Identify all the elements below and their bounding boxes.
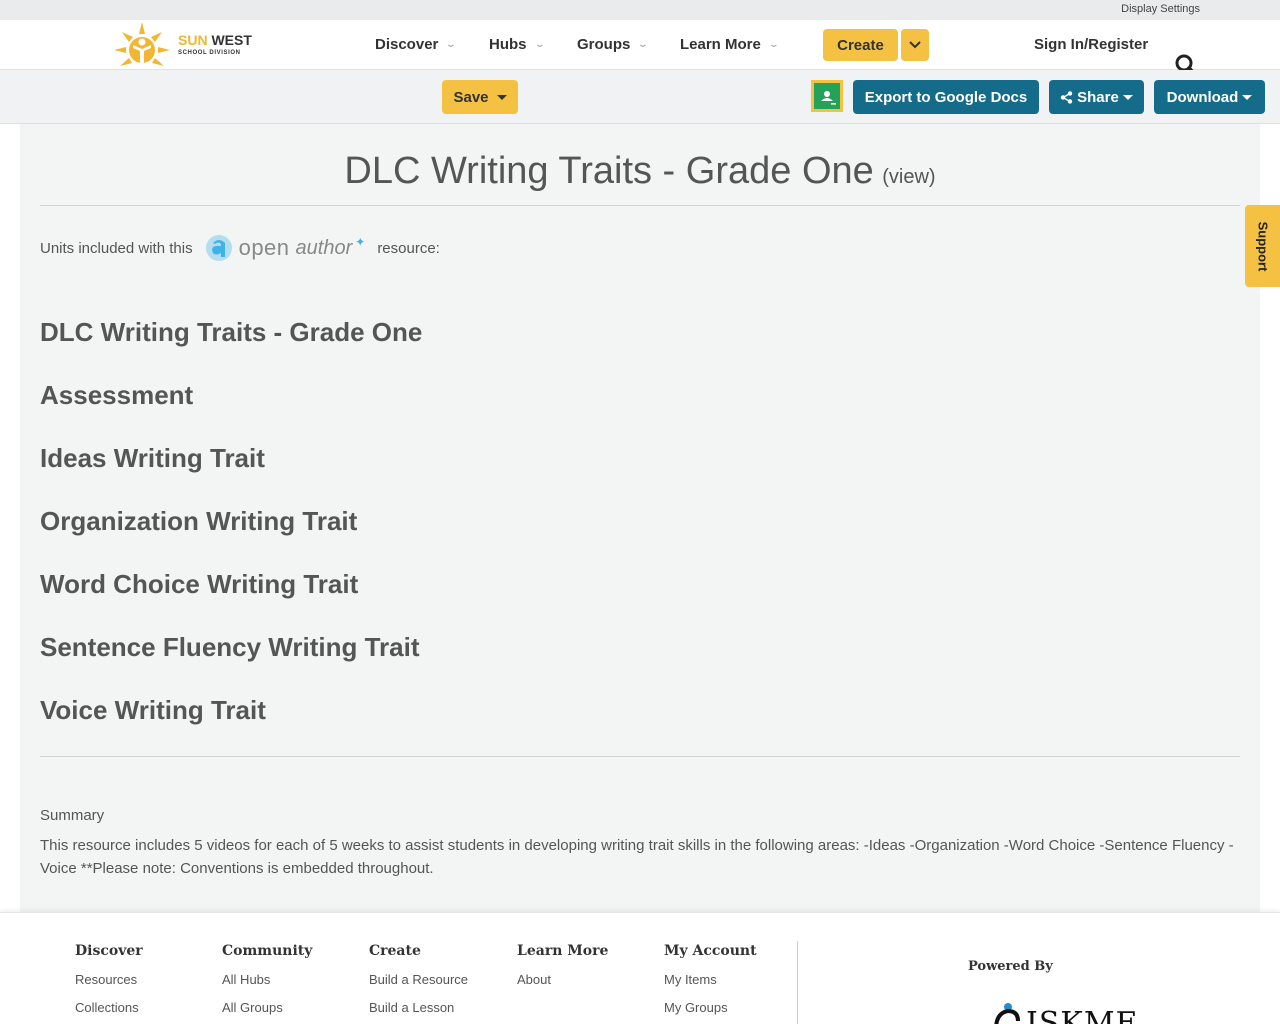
footer-heading: Discover — [75, 943, 143, 959]
chevron-down-icon: ⌄ — [767, 39, 780, 49]
open-author-open-text: open — [238, 235, 290, 260]
download-button-label: Download — [1166, 88, 1239, 106]
unit-link[interactable]: Word Choice Writing Trait — [40, 569, 358, 600]
create-dropdown-button[interactable] — [901, 29, 929, 61]
footer-column-create: Create Build a Resource Build a Lesson — [369, 943, 468, 1024]
resource-main-panel: DLC Writing Traits - Grade One (view) Un… — [20, 124, 1260, 912]
footer-link[interactable]: Build a Lesson — [369, 1000, 468, 1015]
footer-heading: Learn More — [517, 943, 609, 959]
site-footer: Discover Resources Collections Community… — [0, 912, 1280, 1024]
nav-hubs[interactable]: Hubs ⌄ — [489, 36, 545, 53]
footer-column-my-account: My Account My Items My Groups — [664, 943, 757, 1024]
view-link[interactable]: (view) — [882, 166, 935, 188]
display-settings-link[interactable]: Display Settings — [1121, 3, 1200, 15]
summary-label: Summary — [40, 807, 105, 824]
logo-sun-text: SUN — [178, 31, 208, 48]
chevron-down-icon: ⌄ — [637, 39, 649, 49]
star-icon: ✦ — [355, 235, 366, 249]
units-intro: Units included with this open author ✦ res… — [40, 231, 440, 265]
open-author-author-text: author — [295, 236, 353, 259]
nav-groups-label: Groups — [577, 36, 631, 53]
support-tab[interactable]: Support — [1245, 205, 1280, 287]
sign-in-register-link[interactable]: Sign In/Register — [1034, 36, 1148, 53]
top-utility-bar: Display Settings — [0, 0, 1280, 20]
iskme-wordmark: ISKME — [1026, 1006, 1139, 1024]
footer-link[interactable]: My Items — [664, 972, 757, 987]
nav-discover[interactable]: Discover ⌄ — [375, 36, 457, 53]
export-google-docs-button[interactable]: Export to Google Docs — [853, 80, 1039, 114]
caret-down-icon — [1122, 94, 1133, 100]
nav-groups[interactable]: Groups ⌄ — [577, 36, 649, 53]
chevron-down-icon — [909, 41, 921, 49]
footer-column-discover: Discover Resources Collections — [75, 943, 143, 1024]
share-button[interactable]: Share — [1049, 80, 1144, 114]
footer-heading: My Account — [664, 943, 757, 959]
footer-link[interactable]: Collections — [75, 1000, 143, 1015]
iskme-icon — [994, 1003, 1020, 1024]
footer-link[interactable]: About — [517, 972, 608, 987]
nav-hubs-label: Hubs — [489, 36, 527, 53]
nav-learn-more[interactable]: Learn More ⌄ — [680, 36, 780, 53]
footer-link[interactable]: All Hubs — [222, 972, 312, 987]
footer-heading: Community — [222, 943, 313, 959]
support-label: Support — [1255, 221, 1271, 271]
divider — [40, 205, 1240, 206]
download-button[interactable]: Download — [1154, 80, 1265, 114]
chevron-down-icon: ⌄ — [533, 39, 545, 49]
unit-link[interactable]: DLC Writing Traits - Grade One — [40, 317, 422, 348]
logo-west-text: WEST — [207, 31, 252, 48]
unit-link[interactable]: Ideas Writing Trait — [40, 443, 265, 474]
sun-west-logo[interactable]: SUN WEST SCHOOL DIVISION — [112, 20, 262, 68]
footer-column-learn-more: Learn More About — [517, 943, 608, 1000]
units-suffix-text: resource: — [377, 239, 440, 257]
page-title: DLC Writing Traits - Grade One — [344, 150, 874, 192]
sun-logo-icon — [114, 22, 170, 66]
open-author-icon — [205, 235, 232, 261]
divider — [40, 756, 1240, 757]
resource-toolbar: Save Export to Google Docs Share Downloa… — [0, 70, 1280, 124]
share-button-label: Share — [1077, 88, 1119, 106]
create-button[interactable]: Create — [823, 29, 898, 61]
footer-heading: Create — [369, 943, 421, 959]
unit-link[interactable]: Assessment — [40, 380, 193, 411]
summary-text: This resource includes 5 videos for each… — [40, 837, 1234, 877]
main-navbar: SUN WEST SCHOOL DIVISION Discover ⌄ Hubs ⌄… — [0, 20, 1280, 77]
unit-link[interactable]: Organization Writing Trait — [40, 506, 357, 537]
powered-by-label: Powered By — [968, 959, 1053, 974]
google-classroom-button[interactable] — [811, 80, 843, 112]
units-prefix-text: Units included with this — [40, 239, 193, 257]
nav-learn-more-label: Learn More — [680, 36, 761, 53]
nav-discover-label: Discover — [375, 36, 439, 53]
chevron-down-icon: ⌄ — [445, 39, 457, 49]
footer-link[interactable]: Build a Resource — [369, 972, 468, 987]
save-button[interactable]: Save — [442, 80, 518, 114]
footer-link[interactable]: All Groups — [222, 1000, 312, 1015]
footer-link[interactable]: My Groups — [664, 1000, 757, 1015]
logo-wordmark: SUN WEST — [178, 33, 252, 47]
footer-link[interactable]: Resources — [75, 972, 143, 987]
logo-subtitle: SCHOOL DIVISION — [178, 49, 241, 56]
unit-link[interactable]: Voice Writing Trait — [40, 695, 266, 726]
title-row: DLC Writing Traits - Grade One (view) — [20, 150, 1260, 193]
iskme-logo[interactable]: ISKME — [992, 999, 1138, 1024]
caret-down-icon — [496, 94, 507, 100]
google-classroom-icon — [814, 83, 840, 109]
open-author-logo: open author ✦ — [205, 233, 366, 263]
unit-link[interactable]: Sentence Fluency Writing Trait — [40, 632, 420, 663]
caret-down-icon — [1242, 94, 1253, 100]
footer-column-community: Community All Hubs All Groups — [222, 943, 312, 1024]
share-icon — [1060, 90, 1073, 104]
footer-divider — [797, 941, 798, 1024]
save-button-label: Save — [453, 88, 489, 106]
